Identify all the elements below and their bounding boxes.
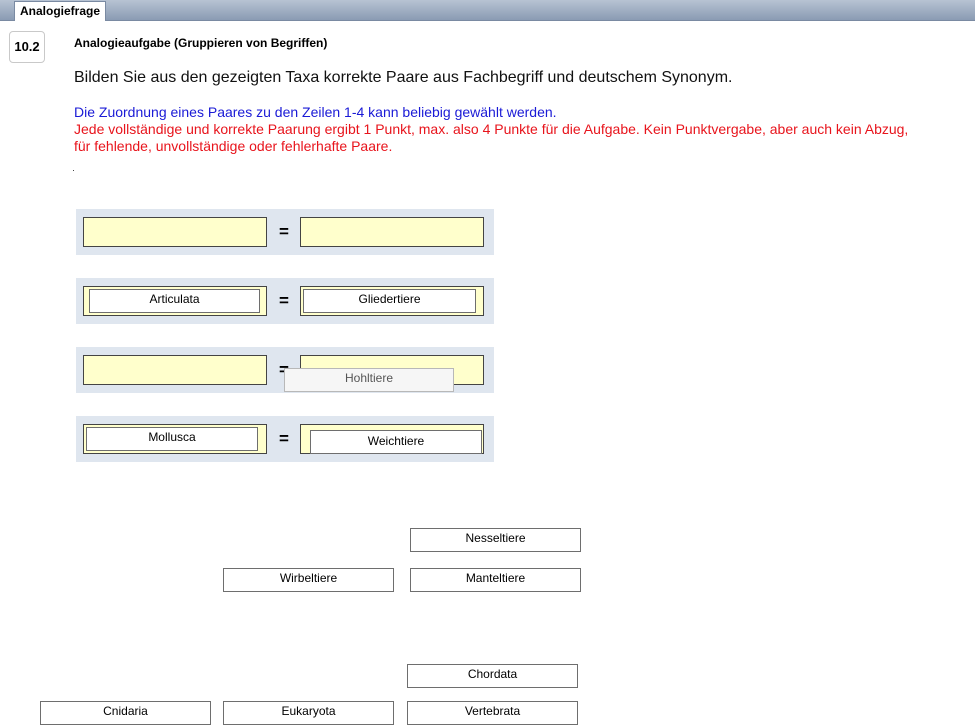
drop-slot-left[interactable]: Articulata: [83, 286, 267, 316]
stray-dot: [73, 170, 74, 171]
equals-sign: =: [279, 429, 289, 448]
drop-slot-right[interactable]: [300, 217, 484, 247]
tab-bar: Analogiefrage: [0, 0, 975, 21]
term-card-chordata[interactable]: Chordata: [407, 664, 578, 688]
pair-row-2: Articulata = Gliedertiere: [76, 278, 494, 324]
term-card-wirbeltiere[interactable]: Wirbeltiere: [223, 568, 394, 592]
equals-sign: =: [279, 222, 289, 241]
term-card-gliedertiere[interactable]: Gliedertiere: [303, 289, 476, 313]
term-card-cnidaria[interactable]: Cnidaria: [40, 701, 211, 725]
instruction-red: Jede vollständige und korrekte Paarung e…: [74, 121, 909, 154]
drop-slot-left[interactable]: [83, 355, 267, 385]
instruction-blue: Die Zuordnung eines Paares zu den Zeilen…: [74, 104, 557, 120]
dragging-card-hohltiere[interactable]: Hohltiere: [284, 368, 454, 392]
term-card-nesseltiere[interactable]: Nesseltiere: [410, 528, 581, 552]
term-card-mollusca[interactable]: Mollusca: [86, 427, 258, 451]
equals-sign: =: [279, 291, 289, 310]
term-card-vertebrata[interactable]: Vertebrata: [407, 701, 578, 725]
tab-analogiefrage[interactable]: Analogiefrage: [14, 1, 107, 21]
drop-slot-left[interactable]: [83, 217, 267, 247]
term-card-eukaryota[interactable]: Eukaryota: [223, 701, 394, 725]
drop-slot-right[interactable]: Gliedertiere: [300, 286, 484, 316]
pair-row-1: =: [76, 209, 494, 255]
question-prompt: Bilden Sie aus den gezeigten Taxa korrek…: [74, 69, 733, 86]
drop-slot-left[interactable]: Mollusca: [83, 424, 267, 454]
term-card-weichtiere[interactable]: Weichtiere: [310, 430, 482, 454]
term-card-manteltiere[interactable]: Manteltiere: [410, 568, 581, 592]
term-card-articulata[interactable]: Articulata: [89, 289, 260, 313]
question-title: Analogieaufgabe (Gruppieren von Begriffe…: [74, 36, 328, 50]
drop-slot-right[interactable]: Weichtiere: [300, 424, 484, 454]
pair-row-4: Mollusca = Weichtiere: [76, 416, 494, 462]
question-number: 10.2: [9, 31, 45, 63]
